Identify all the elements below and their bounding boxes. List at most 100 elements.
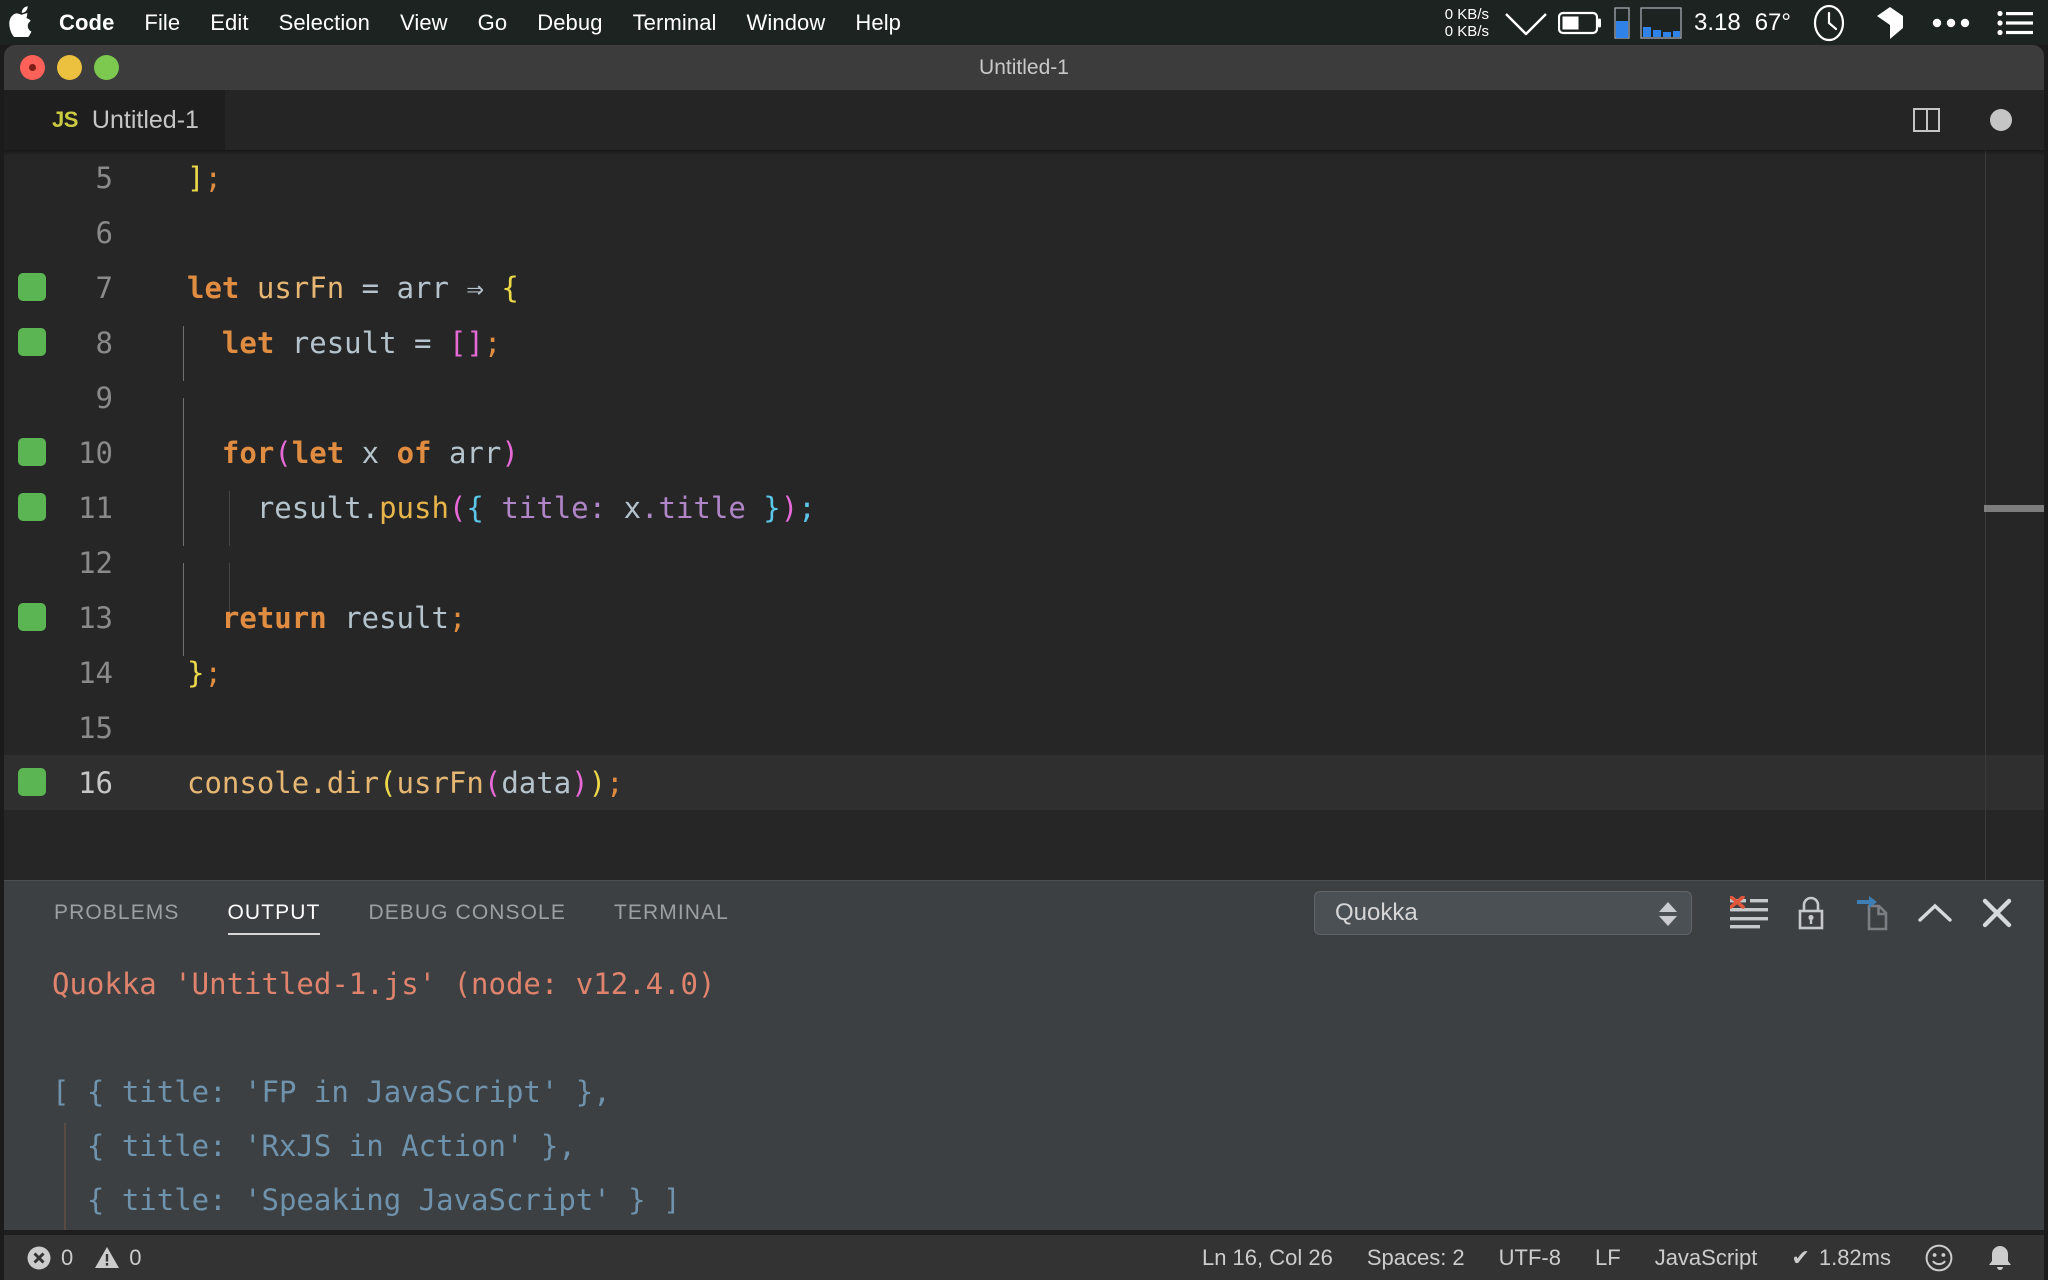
editor-scrollbar-thumb[interactable] <box>1984 505 2044 512</box>
editor-actions-icon[interactable] <box>1990 109 2012 131</box>
editor-line[interactable]: 9 <box>4 370 2044 453</box>
editor-line[interactable]: 10 for(let x of arr) <box>4 425 2044 491</box>
tab-debug-console[interactable]: DEBUG CONSOLE <box>344 880 590 945</box>
dropbox-icon[interactable] <box>1860 0 1920 45</box>
tab-untitled-1[interactable]: JS Untitled-1 <box>4 90 225 150</box>
editor-line[interactable]: 15 <box>4 700 2044 755</box>
memory-gauge-icon[interactable] <box>1609 0 1635 45</box>
menu-terminal[interactable]: Terminal <box>618 0 732 45</box>
clear-output-icon[interactable] <box>1718 880 1780 945</box>
code-token: . <box>361 490 380 525</box>
line-number: 15 <box>78 710 113 745</box>
line-content[interactable]: ]; <box>139 161 222 195</box>
maximize-panel-icon[interactable] <box>1904 880 1966 945</box>
battery-icon[interactable] <box>1553 0 1609 45</box>
tab-terminal[interactable]: TERMINAL <box>590 880 753 945</box>
control-center-icon[interactable] <box>1982 0 2048 45</box>
clock-icon[interactable] <box>1798 0 1860 45</box>
wifi-icon[interactable] <box>1499 0 1553 45</box>
code-token: ) <box>571 765 589 800</box>
code-token: = <box>414 325 432 360</box>
zoom-window-button[interactable] <box>94 55 119 80</box>
error-circle-icon <box>26 1245 52 1271</box>
code-token: x <box>623 490 642 525</box>
code-token: x <box>361 435 380 470</box>
menu-selection[interactable]: Selection <box>264 0 385 45</box>
menu-bar-status-items: 0 KB/s 0 KB/s 3.18 67° <box>1445 0 2048 45</box>
select-stepper-icon[interactable] <box>1659 892 1677 936</box>
code-token: return <box>221 600 327 635</box>
output-header-line: Quokka 'Untitled-1.js' (node: v12.4.0) <box>52 967 716 1001</box>
minimize-window-button[interactable] <box>57 55 82 80</box>
editor-line[interactable]: 5]; <box>4 150 2044 205</box>
menu-code[interactable]: Code <box>44 0 129 45</box>
quokka-coverage-indicator <box>18 493 46 521</box>
editor-line[interactable]: 12 <box>4 535 2044 618</box>
menu-window[interactable]: Window <box>732 0 841 45</box>
status-bar-left: 0 0 <box>4 1245 159 1271</box>
status-cursor-position[interactable]: Ln 16, Col 26 <box>1185 1245 1350 1271</box>
editor-line[interactable]: 7 let usrFn = arr ⇒ { <box>4 260 2044 315</box>
editor-line[interactable]: 6 <box>4 205 2044 260</box>
lock-scroll-icon[interactable] <box>1780 880 1842 945</box>
quokka-coverage-indicator <box>18 768 46 796</box>
status-encoding[interactable]: UTF-8 <box>1482 1245 1578 1271</box>
menu-edit[interactable]: Edit <box>195 0 263 45</box>
editor-line[interactable]: 14}; <box>4 645 2044 700</box>
editor-line[interactable]: 13 return result; <box>4 590 2044 656</box>
ellipsis-icon[interactable] <box>1920 0 1982 45</box>
status-language-mode[interactable]: JavaScript <box>1638 1245 1775 1271</box>
close-window-button[interactable] <box>20 55 45 80</box>
line-content[interactable]: }; <box>139 656 222 690</box>
code-editor[interactable]: 5]; 6 7 let usrFn = arr ⇒ {8 let result = [… <box>4 150 2044 880</box>
line-content[interactable]: let usrFn = arr ⇒ { <box>139 271 519 305</box>
temperature-value[interactable]: 67° <box>1748 9 1798 37</box>
network-speed-indicator[interactable]: 0 KB/s 0 KB/s <box>1445 6 1499 40</box>
code-token: result <box>291 325 397 360</box>
status-problems[interactable]: 0 0 <box>26 1245 159 1271</box>
output-view[interactable]: Quokka 'Untitled-1.js' (node: v12.4.0) [… <box>4 945 2044 1230</box>
apple-logo-icon[interactable] <box>0 0 44 45</box>
status-eol[interactable]: LF <box>1578 1245 1638 1271</box>
cpu-load-value[interactable]: 3.18 <box>1687 9 1748 37</box>
code-token: } <box>763 490 781 525</box>
line-content[interactable]: result.push({ title: x.title }); <box>139 490 816 546</box>
tab-output[interactable]: OUTPUT <box>204 880 345 945</box>
code-token: { <box>501 270 519 305</box>
status-indentation[interactable]: Spaces: 2 <box>1350 1245 1482 1271</box>
editor-line[interactable]: 11 result.push({ title: x.title }); <box>4 480 2044 546</box>
tab-problems[interactable]: PROBLEMS <box>30 880 204 945</box>
status-quokka-timing[interactable]: ✔ 1.82ms <box>1774 1245 1908 1271</box>
menu-help[interactable]: Help <box>840 0 916 45</box>
window-title: Untitled-1 <box>979 55 1069 79</box>
line-content[interactable]: for(let x of arr) <box>139 435 519 491</box>
close-panel-icon[interactable] <box>1966 880 2028 945</box>
status-notifications[interactable] <box>1970 1244 2030 1272</box>
editor-line[interactable]: 8 let result = []; <box>4 315 2044 381</box>
cpu-histogram-icon[interactable] <box>1635 0 1687 45</box>
menu-file[interactable]: File <box>129 0 195 45</box>
code-token: ( <box>274 435 292 470</box>
editor-line[interactable]: 16 console.dir(usrFn(data)); <box>4 755 2044 810</box>
open-in-editor-icon[interactable] <box>1842 880 1904 945</box>
output-indent-guide <box>64 1123 66 1230</box>
menu-go[interactable]: Go <box>463 0 523 45</box>
split-editor-icon[interactable] <box>1913 108 1940 132</box>
code-token: ; <box>448 600 467 635</box>
menu-view[interactable]: View <box>385 0 463 45</box>
menu-debug[interactable]: Debug <box>522 0 617 45</box>
code-token: title <box>501 490 589 525</box>
status-feedback[interactable] <box>1908 1244 1970 1272</box>
line-content[interactable]: let result = []; <box>139 325 501 381</box>
status-bar-right: Ln 16, Col 26 Spaces: 2 UTF-8 LF JavaScr… <box>1185 1244 2030 1272</box>
line-content[interactable]: return result; <box>139 600 467 656</box>
warning-triangle-icon <box>94 1245 120 1271</box>
output-channel-select[interactable]: Quokka <box>1314 890 1692 936</box>
quokka-coverage-indicator <box>18 438 46 466</box>
code-token: = <box>361 270 380 305</box>
line-content[interactable]: console.dir(usrFn(data)); <box>139 766 624 800</box>
